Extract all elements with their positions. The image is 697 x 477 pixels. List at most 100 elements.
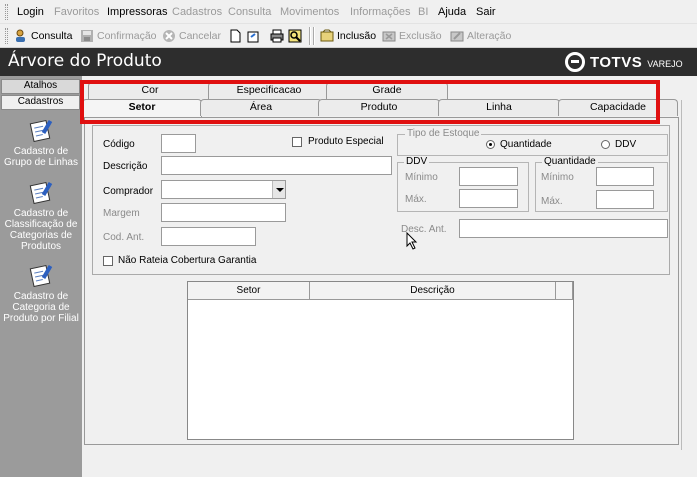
menu-login[interactable]: Login [17, 6, 44, 18]
tab-capacidade[interactable]: Capacidade [558, 99, 678, 116]
new-document-icon [228, 29, 242, 43]
sidebar-item-label: Cadastro de Categoria de Produto por Fil… [3, 291, 79, 324]
page-title: Árvore do Produto [8, 51, 162, 71]
menu-ajuda[interactable]: Ajuda [438, 6, 466, 18]
ddv-group-caption: DDV [404, 156, 430, 167]
produto-especial-checkbox[interactable] [292, 137, 302, 147]
cod-ant-label: Cod. Ant. [103, 232, 145, 243]
notepad-pencil-icon [28, 118, 54, 143]
menu-grip [5, 4, 8, 20]
menu-favoritos[interactable]: Favoritos [54, 6, 99, 18]
confirmacao-label: Confirmação [97, 30, 157, 42]
ddv-minimo-label: Mínimo [405, 172, 438, 183]
cancelar-button[interactable]: Cancelar [162, 27, 221, 45]
edit-record-icon [450, 29, 464, 43]
radio-quantidade[interactable] [486, 140, 495, 149]
delete-record-icon [382, 29, 396, 43]
grid-header-filler [556, 282, 573, 300]
comprador-label: Comprador [103, 186, 154, 197]
tab-area[interactable]: Área [200, 99, 322, 116]
menu-informacoes[interactable]: Informações [350, 6, 411, 18]
totvs-logo: TOTVS VAREJO [565, 52, 683, 72]
export-button[interactable] [246, 27, 260, 45]
radio-ddv[interactable] [601, 140, 610, 149]
toolbar-separator [309, 27, 311, 45]
export-icon [246, 29, 260, 43]
mouse-pointer-icon [406, 231, 420, 250]
tipo-estoque-caption: Tipo de Estoque [405, 128, 482, 139]
radio-ddv-label: DDV [615, 139, 637, 150]
alteracao-label: Alteração [467, 30, 512, 42]
sidebar-item-label: Cadastro de Classificação de Categorias … [4, 208, 78, 252]
cancelar-label: Cancelar [179, 30, 222, 42]
inclusao-button[interactable]: Inclusão [320, 27, 376, 45]
new-doc-button[interactable] [228, 27, 242, 45]
sidebar-tab-atalhos[interactable]: Atalhos [1, 79, 80, 94]
ddv-maximo-label: Máx. [405, 194, 427, 205]
menu-impressoras[interactable]: Impressoras [107, 6, 168, 18]
menu-movimentos[interactable]: Movimentos [280, 6, 339, 18]
search-icon [288, 29, 302, 43]
sidebar-item-label: Cadastro de Grupo de Linhas [4, 146, 78, 168]
tab-setor[interactable]: Setor [82, 99, 202, 118]
menu-bar: Login Favoritos Impressoras Cadastros Co… [0, 0, 697, 24]
menu-bi[interactable]: BI [418, 6, 428, 18]
menu-sair[interactable]: Sair [476, 6, 496, 18]
brand-subtitle: VAREJO [647, 59, 683, 69]
ddv-minimo-input[interactable] [459, 167, 518, 186]
confirmacao-button[interactable]: Confirmação [80, 27, 157, 45]
add-record-icon [320, 29, 334, 43]
notepad-pencil-icon [28, 180, 54, 205]
margem-input[interactable] [161, 203, 286, 222]
qtd-minimo-label: Mínimo [541, 172, 574, 183]
right-scroll-strip [681, 100, 695, 450]
menu-consulta[interactable]: Consulta [228, 6, 271, 18]
produto-especial-label: Produto Especial [308, 136, 384, 147]
notepad-pencil-icon [28, 263, 54, 288]
setor-grid[interactable]: Setor Descrição [187, 281, 574, 440]
consulta-label: Consulta [31, 30, 73, 42]
sidebar-item-classificacao-categorias[interactable]: Cadastro de Classificação de Categorias … [2, 180, 80, 252]
codigo-input[interactable] [161, 134, 196, 153]
print-button[interactable] [270, 27, 284, 45]
window-title-bar: Árvore do Produto TOTVS VAREJO [0, 48, 697, 76]
qtd-maximo-label: Máx. [541, 196, 563, 207]
tab-especificacao[interactable]: Especificacao [208, 82, 330, 99]
exclusao-label: Exclusão [399, 30, 442, 42]
tab-linha[interactable]: Linha [438, 99, 560, 116]
tab-produto[interactable]: Produto [318, 99, 440, 116]
grid-header-setor[interactable]: Setor [188, 282, 310, 300]
exclusao-button[interactable]: Exclusão [382, 27, 442, 45]
toolbar: Consulta Confirmação Cancelar Inclusão E… [0, 24, 697, 48]
ddv-maximo-input[interactable] [459, 189, 518, 208]
radio-quantidade-label: Quantidade [500, 139, 552, 150]
descricao-label: Descrição [103, 161, 148, 172]
sidebar-item-grupo-linhas[interactable]: Cadastro de Grupo de Linhas [2, 118, 80, 168]
qtd-minimo-input[interactable] [596, 167, 654, 186]
margem-label: Margem [103, 208, 140, 219]
tab-grade[interactable]: Grade [326, 82, 448, 99]
search-button[interactable] [288, 27, 302, 45]
menu-cadastros[interactable]: Cadastros [172, 6, 222, 18]
chevron-down-icon[interactable] [272, 181, 285, 198]
nao-rateia-checkbox[interactable] [103, 256, 113, 266]
user-search-icon [14, 29, 28, 43]
save-icon [80, 29, 94, 43]
cancel-icon [162, 29, 176, 43]
toolbar-separator [313, 27, 315, 45]
toolbar-grip [5, 28, 8, 44]
grid-header-descricao[interactable]: Descrição [310, 282, 556, 300]
sidebar-tab-cadastros[interactable]: Cadastros [1, 95, 80, 110]
qtd-maximo-input[interactable] [596, 190, 654, 209]
desc-ant-input[interactable] [459, 219, 668, 238]
alteracao-button[interactable]: Alteração [450, 27, 511, 45]
cod-ant-input[interactable] [161, 227, 256, 246]
consulta-button[interactable]: Consulta [14, 27, 72, 45]
sidebar: Atalhos Cadastros Cadastro de Grupo de L… [0, 76, 82, 477]
comprador-select[interactable] [161, 180, 286, 199]
descricao-input[interactable] [161, 156, 392, 175]
inclusao-label: Inclusão [337, 30, 377, 42]
quantidade-group-caption: Quantidade [542, 156, 598, 167]
sidebar-item-categoria-filial[interactable]: Cadastro de Categoria de Produto por Fil… [2, 263, 80, 324]
tab-cor[interactable]: Cor [88, 82, 212, 99]
